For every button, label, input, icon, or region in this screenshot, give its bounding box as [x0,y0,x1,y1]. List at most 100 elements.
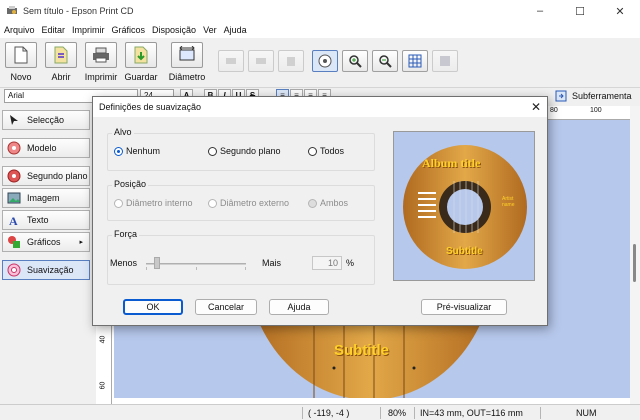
diametro-label: Diâmetro [168,72,206,82]
close-window-button[interactable]: ✕ [600,0,640,22]
radio-dot [308,198,317,208]
image-icon [7,192,21,204]
status-bar: ( -119, -4 ) 80% IN=43 mm, OUT=116 mm NU… [0,404,640,420]
imprimir-button[interactable]: Imprimir [84,42,118,86]
guardar-label: Guardar [124,72,158,82]
close-icon[interactable]: ✕ [531,100,541,114]
zoom-out-icon [379,55,392,68]
posicao-title: Posição [112,179,149,189]
menu-arquivo[interactable]: Arquivo [4,25,35,35]
title-bar: Sem título - Epson Print CD – ☐ ✕ [0,0,640,22]
abrir-button[interactable]: Abrir [44,42,78,86]
new-document-icon [14,46,28,64]
dialog-title: Definições de suavização [99,102,202,112]
scroll-thumb[interactable] [633,244,636,282]
copy-button[interactable] [248,50,274,72]
slider-tick [146,267,147,270]
strength-slider-track[interactable] [146,263,246,265]
preview-button[interactable]: Pré-visualizar [421,299,507,315]
status-num: NUM [576,408,597,418]
status-divider [540,407,541,419]
strength-value-field[interactable]: 10 [312,256,342,270]
guardar-button[interactable]: Guardar [124,42,158,86]
radio-label: Segundo plano [220,146,281,156]
diametro-button[interactable]: Diâmetro [168,42,206,86]
cut-button[interactable] [218,50,244,72]
strength-slider-thumb[interactable] [154,257,160,269]
slider-tick [196,267,197,270]
tool-label: Suavização [27,265,74,275]
radio-diametro-interno[interactable]: Diâmetro interno [114,198,193,208]
maximize-button[interactable]: ☐ [560,0,600,22]
tool-seleccao[interactable]: Selecção [2,110,90,130]
menu-graficos[interactable]: Gráficos [112,25,146,35]
tool-texto[interactable]: A Texto [2,210,90,230]
dialog-title-bar: Definições de suavização ✕ [93,97,547,117]
layout-button[interactable] [432,50,458,72]
paste-button[interactable] [278,50,304,72]
help-button[interactable]: Ajuda [269,299,329,315]
disc-view-button[interactable] [312,50,338,72]
imprimir-label: Imprimir [84,72,118,82]
menu-ver[interactable]: Ver [203,25,217,35]
status-coordinates: ( -119, -4 ) [308,408,350,418]
tool-modelo[interactable]: Modelo [2,138,90,158]
radio-label: Nenhum [126,146,161,156]
font-name-value: Arial [8,91,25,100]
percent-unit: % [346,258,355,268]
printer-icon [93,47,109,63]
tool-label: Segundo plano [27,171,88,181]
novo-label: Novo [10,72,32,82]
grid-button[interactable] [402,50,428,72]
vertical-scrollbar[interactable] [630,106,640,404]
menu-disposicao[interactable]: Disposição [152,25,196,35]
smoothing-dialog: Definições de suavização ✕ Alvo Nenhum S… [92,96,548,326]
minimize-button[interactable]: – [520,0,560,22]
svg-text:A: A [9,214,18,227]
horizontal-ruler: 80 100 [548,106,630,120]
menu-ajuda[interactable]: Ajuda [224,25,247,35]
subtool-button[interactable]: Subferramenta [552,89,632,103]
status-divider [380,407,381,419]
tool-segundo-plano[interactable]: Segundo plano [2,166,90,186]
tool-label: Gráficos [27,237,61,247]
ruler-mark: 40 [99,335,107,344]
zoom-in-button[interactable] [342,50,368,72]
preview-pane: Album title Subtitle Artist name [393,131,535,281]
tool-label: Imagem [27,193,60,203]
radio-diametro-externo[interactable]: Diâmetro externo [208,198,289,208]
paste-icon [287,57,295,66]
app-icon [7,6,17,14]
radio-todos[interactable]: Todos [308,146,344,156]
forca-min-label: Menos [110,258,138,268]
ok-button[interactable]: OK [123,299,183,315]
zoom-in-icon [349,55,362,68]
radio-dot [208,146,217,156]
radio-dot [114,198,123,208]
radio-ambos[interactable]: Ambos [308,198,348,208]
diameter-icon [179,46,195,61]
novo-button[interactable]: Novo [4,42,38,86]
text-icon: A [9,214,18,227]
alvo-group: Alvo Nenhum Segundo plano Todos [107,127,375,171]
copy-icon [256,58,266,64]
radio-label: Diâmetro externo [220,198,290,208]
radio-segundo-plano[interactable]: Segundo plano [208,146,281,156]
tool-label: Texto [27,215,49,225]
preview-album-title: Album title [422,156,481,170]
save-icon [134,46,148,64]
radio-nenhum[interactable]: Nenhum [114,146,160,156]
tool-graficos[interactable]: Gráficos ▸ [2,232,90,252]
tool-suavizacao[interactable]: Suavização [2,260,90,280]
radio-dot [114,146,123,156]
menu-editar[interactable]: Editar [42,25,66,35]
tool-imagem[interactable]: Imagem [2,188,90,208]
radio-dot [208,198,217,208]
tool-label: Selecção [27,115,65,125]
status-divider [302,407,303,419]
cancel-button[interactable]: Cancelar [195,299,257,315]
menu-imprimir[interactable]: Imprimir [72,25,105,35]
alvo-title: Alvo [112,127,134,137]
zoom-out-button[interactable] [372,50,398,72]
radio-label: Diâmetro interno [126,198,193,208]
